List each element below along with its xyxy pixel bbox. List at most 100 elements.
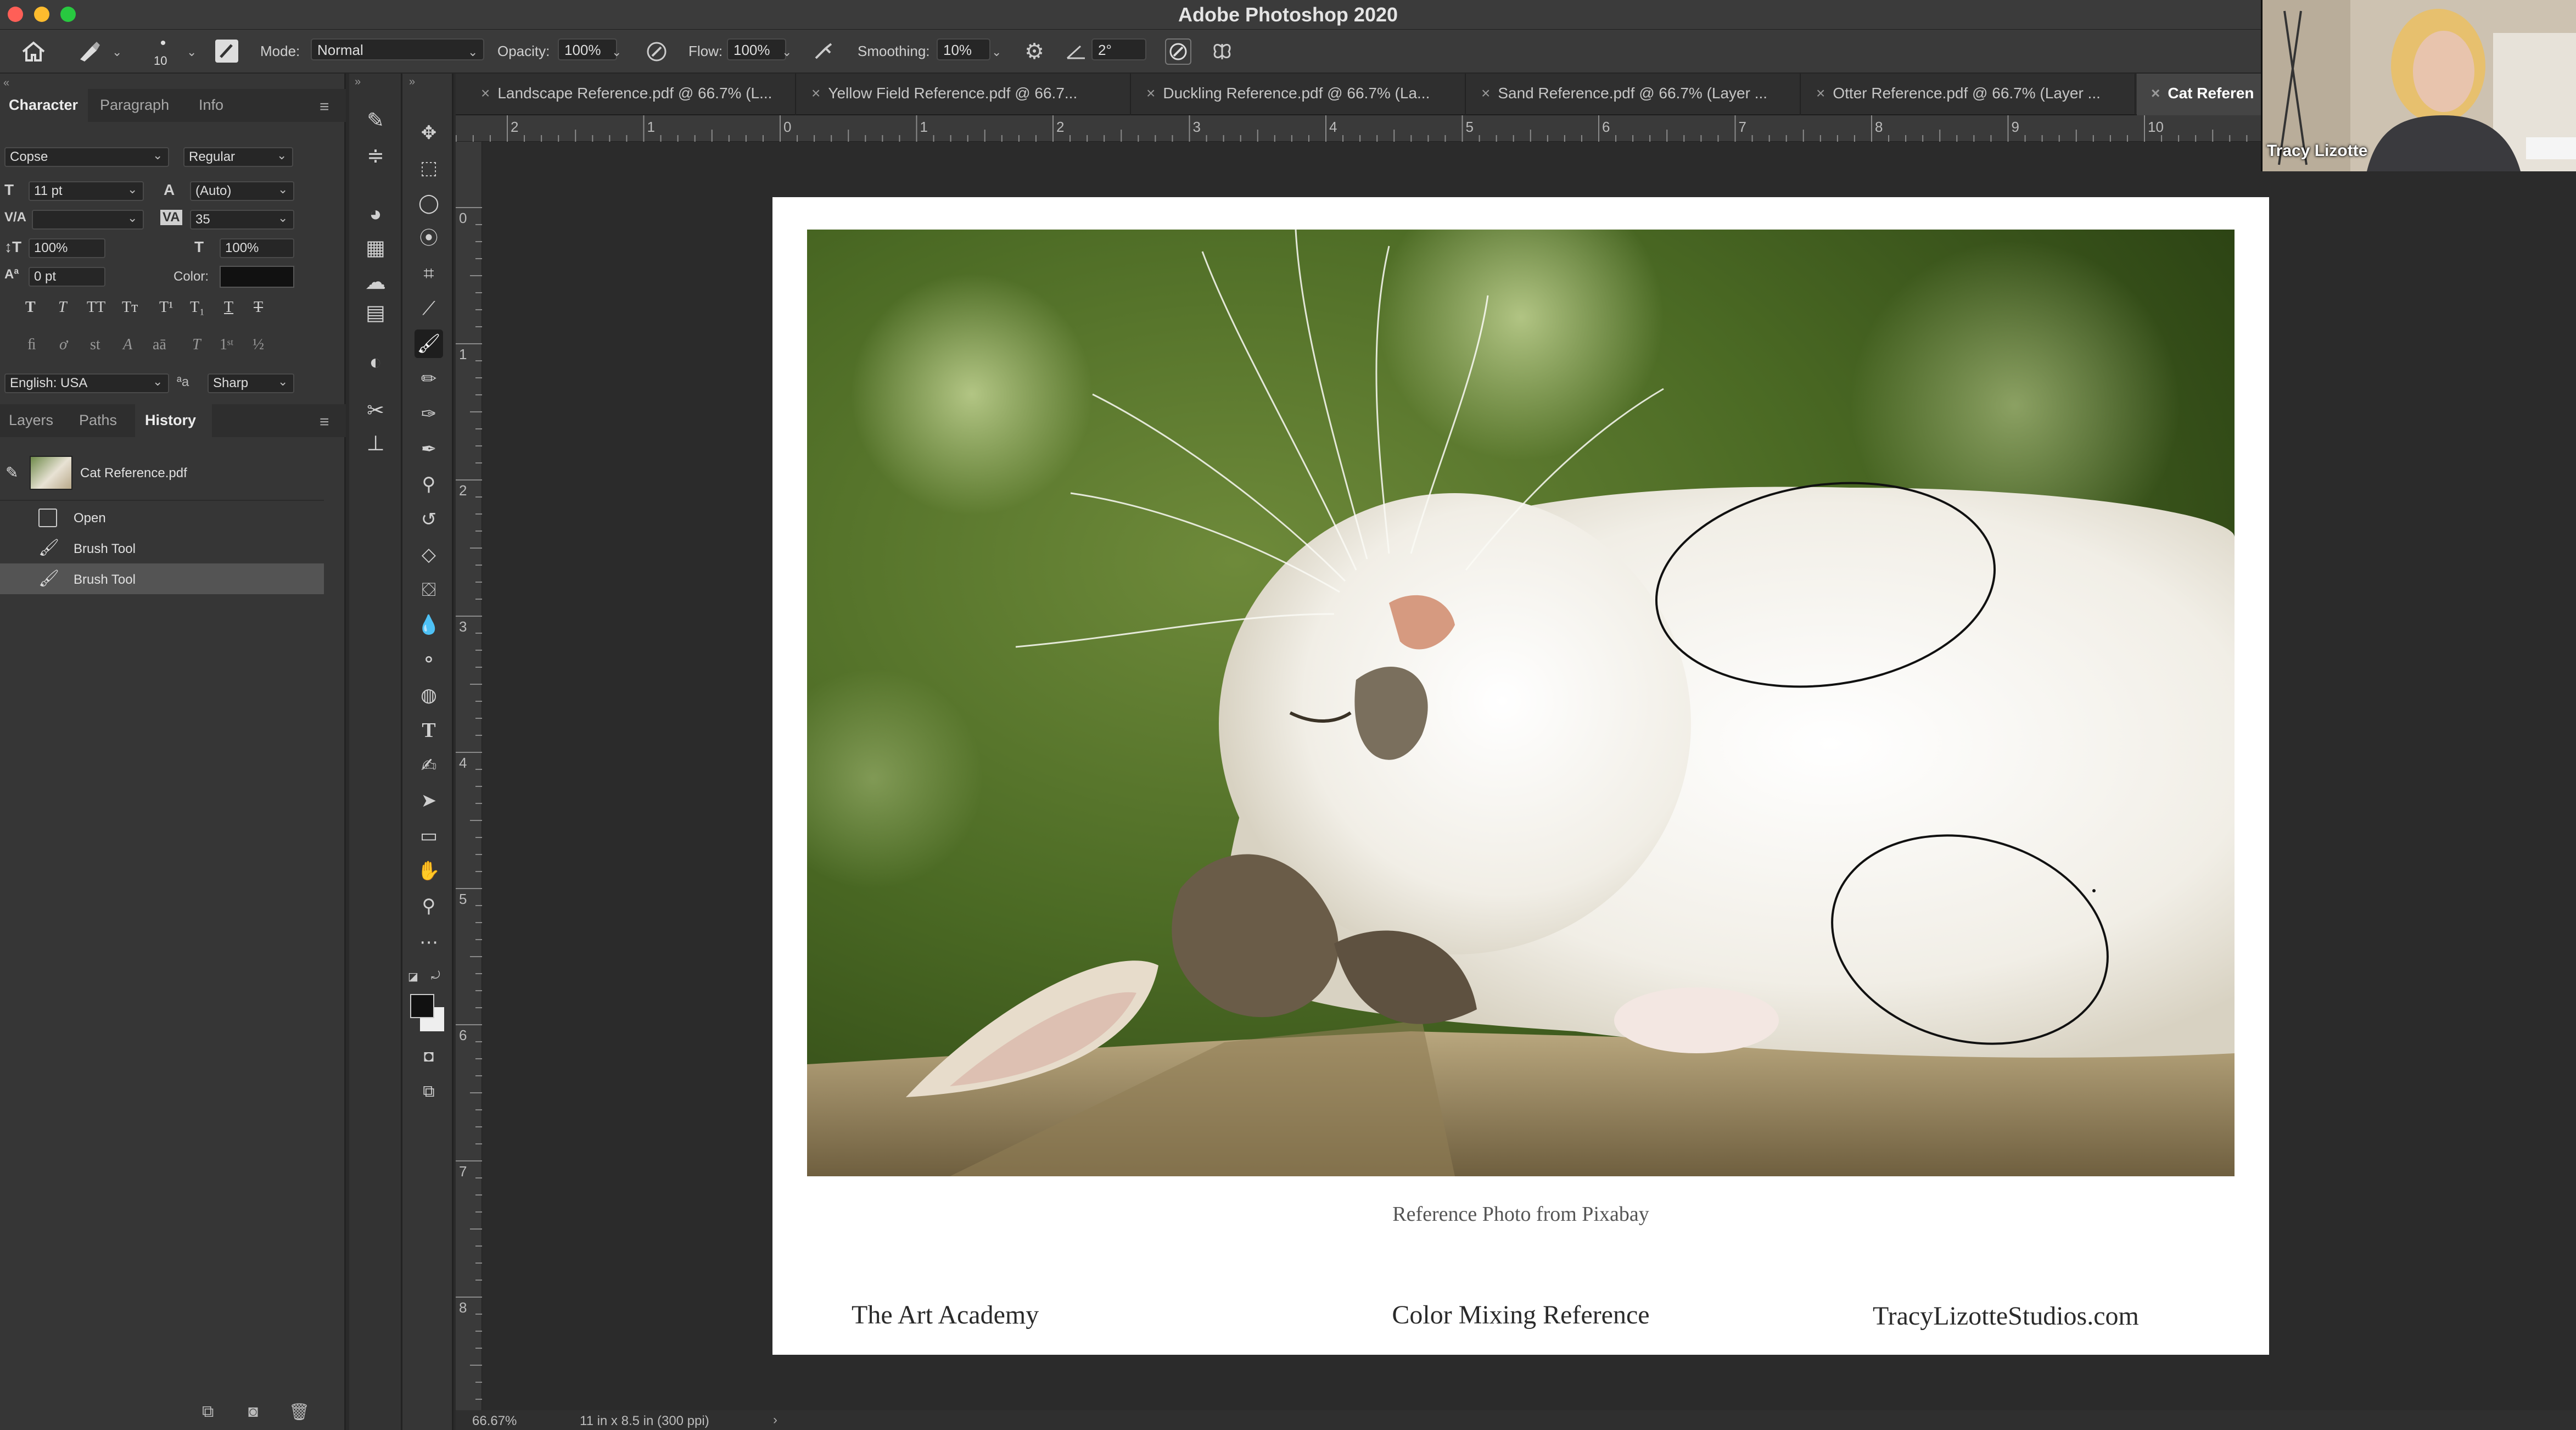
default-colors-icon[interactable]: ◪ bbox=[408, 970, 418, 984]
history-menu-icon[interactable]: ≡ bbox=[320, 413, 329, 432]
path-selection-tool-icon[interactable]: ➤ bbox=[415, 786, 443, 815]
quick-mask-icon[interactable]: ◘ bbox=[415, 1042, 443, 1071]
swash-icon[interactable]: st bbox=[90, 336, 100, 354]
healing-brush-tool-icon[interactable]: ✒ bbox=[415, 435, 443, 463]
text-color-swatch[interactable] bbox=[220, 266, 294, 288]
tab-paths[interactable]: Paths bbox=[69, 404, 130, 437]
brush-size-caret-icon[interactable]: ⌄ bbox=[187, 45, 197, 59]
close-tab-icon[interactable]: × bbox=[1481, 85, 1490, 102]
font-family-select[interactable]: Copse bbox=[4, 147, 169, 167]
type-tool-icon[interactable]: T bbox=[415, 716, 443, 745]
foreground-color-swatch[interactable] bbox=[410, 994, 434, 1018]
close-tab-icon[interactable]: × bbox=[2151, 85, 2160, 102]
font-family-caret-icon[interactable]: ⌄ bbox=[153, 148, 163, 163]
pencil-tool-icon[interactable]: ✏ bbox=[415, 365, 443, 393]
underline-icon[interactable]: T bbox=[224, 299, 233, 316]
mixer-brush-tool-icon[interactable]: ✑ bbox=[415, 400, 443, 428]
fractions-icon[interactable]: ½ bbox=[253, 336, 264, 354]
baseline-shift-input[interactable]: 0 pt bbox=[29, 267, 105, 287]
styles-icon[interactable]: ◐ bbox=[361, 348, 390, 377]
brush-preset-icon[interactable] bbox=[76, 40, 103, 64]
strikethrough-icon[interactable]: T bbox=[254, 299, 263, 316]
brush-preset-caret-icon[interactable]: ⌄ bbox=[112, 45, 122, 59]
history-brush-tool-icon[interactable]: ↺ bbox=[415, 505, 443, 534]
eraser-tool-icon[interactable]: ◇ bbox=[415, 540, 443, 569]
color-wheel-icon[interactable]: ◕ bbox=[361, 200, 390, 228]
rectangle-tool-icon[interactable]: ▭ bbox=[415, 822, 443, 850]
smoothing-input[interactable]: 10% bbox=[937, 38, 990, 60]
swatches-grid-icon[interactable]: ▦ bbox=[361, 234, 390, 262]
faux-bold-icon[interactable]: T bbox=[25, 299, 36, 316]
pen-tool-icon[interactable]: ✍ bbox=[415, 751, 443, 780]
tab-character[interactable]: Character bbox=[0, 89, 88, 122]
ornaments-icon[interactable]: T bbox=[192, 336, 201, 354]
antialias-caret-icon[interactable]: ⌄ bbox=[278, 375, 288, 389]
close-tab-icon[interactable]: × bbox=[1146, 85, 1155, 102]
stylistic-alternates-icon[interactable]: A bbox=[123, 336, 132, 354]
ligatures-icon[interactable]: ﬁ bbox=[27, 336, 36, 354]
close-tab-icon[interactable]: × bbox=[481, 85, 490, 102]
doc-tab-landscape[interactable]: × Landscape Reference.pdf @ 66.7% (L... bbox=[467, 74, 796, 115]
tab-layers[interactable]: Layers bbox=[0, 404, 64, 437]
more-tools-icon[interactable]: ⋯ bbox=[415, 928, 443, 957]
create-snapshot-camera-icon[interactable]: ◙ bbox=[248, 1403, 258, 1421]
airbrush-icon[interactable] bbox=[811, 40, 836, 64]
expand-panels-icon[interactable]: » bbox=[355, 76, 361, 88]
pressure-opacity-icon[interactable] bbox=[645, 40, 669, 64]
brush-panel-toggle-icon[interactable] bbox=[215, 40, 238, 63]
doc-tab-yellow-field[interactable]: × Yellow Field Reference.pdf @ 66.7... bbox=[797, 74, 1131, 115]
clone-source-icon[interactable]: ⊥ bbox=[361, 429, 390, 458]
tab-paragraph[interactable]: Paragraph bbox=[91, 89, 184, 122]
doc-tab-cat-active[interactable]: × Cat Referen bbox=[2137, 74, 2262, 115]
properties-icon[interactable]: ▤ bbox=[361, 299, 390, 327]
crop-tool-icon[interactable]: ⌗ bbox=[415, 259, 443, 288]
zoom-level[interactable]: 66.67% bbox=[472, 1414, 517, 1429]
all-caps-icon[interactable]: TT bbox=[87, 299, 105, 316]
delete-state-trash-icon[interactable]: 🗑 bbox=[289, 1403, 310, 1422]
blur-tool-icon[interactable]: 💧 bbox=[415, 611, 443, 639]
libraries-cloud-icon[interactable]: ☁ bbox=[361, 268, 390, 297]
mode-select[interactable]: Normal bbox=[311, 38, 484, 60]
brush-settings-icon[interactable]: ✎ bbox=[361, 107, 390, 135]
clone-stamp-tool-icon[interactable]: ⚲ bbox=[415, 470, 443, 499]
horizontal-scale-input[interactable]: 100% bbox=[220, 238, 294, 258]
subscript-icon[interactable]: T₁ bbox=[190, 299, 205, 316]
smoothing-caret-icon[interactable]: ⌄ bbox=[992, 45, 1001, 59]
mode-caret-icon[interactable]: ⌄ bbox=[468, 45, 478, 59]
collapse-panel-icon[interactable]: « bbox=[3, 77, 9, 90]
superscript-icon[interactable]: T¹ bbox=[159, 299, 173, 316]
brush-tool-icon[interactable]: 🖌 bbox=[415, 329, 443, 358]
doc-tab-duckling[interactable]: × Duckling Reference.pdf @ 66.7% (La... bbox=[1132, 74, 1466, 115]
toolbar-collapse-icon[interactable]: » bbox=[409, 76, 415, 88]
hand-tool-icon[interactable]: ✋ bbox=[415, 857, 443, 885]
paint-bucket-tool-icon[interactable]: ⛋ bbox=[415, 576, 443, 604]
lasso-tool-icon[interactable]: ◯ bbox=[415, 189, 443, 217]
ordinals-icon[interactable]: 1ˢᵗ bbox=[220, 336, 233, 354]
move-tool-icon[interactable]: ✥ bbox=[415, 119, 443, 147]
opacity-input[interactable]: 100% bbox=[558, 38, 617, 60]
symmetry-butterfly-icon[interactable] bbox=[1210, 40, 1234, 64]
history-brush-source-icon[interactable]: ✎ bbox=[5, 463, 18, 482]
status-info-chevron-icon[interactable]: › bbox=[773, 1412, 777, 1428]
language-select[interactable]: English: USA bbox=[4, 373, 169, 393]
zoom-tool-icon[interactable]: ⚲ bbox=[415, 892, 443, 920]
adjustments-sliders-icon[interactable]: ≑ bbox=[361, 142, 390, 170]
font-size-caret-icon[interactable]: ⌄ bbox=[127, 182, 137, 197]
faux-italic-icon[interactable]: T bbox=[58, 299, 67, 316]
close-tab-icon[interactable]: × bbox=[811, 85, 820, 102]
dodge-tool-icon[interactable]: ⚬ bbox=[415, 646, 443, 674]
quick-selection-tool-icon[interactable]: ⦿ bbox=[415, 224, 443, 253]
close-tab-icon[interactable]: × bbox=[1816, 85, 1825, 102]
cat-reference-photo[interactable] bbox=[807, 230, 2235, 1176]
history-item-open[interactable]: Open bbox=[0, 502, 324, 533]
kerning-caret-icon[interactable]: ⌄ bbox=[127, 211, 137, 225]
old-style-icon[interactable]: ơ bbox=[59, 336, 68, 354]
eyedropper-tool-icon[interactable]: ⟋ bbox=[415, 294, 443, 323]
language-caret-icon[interactable]: ⌄ bbox=[153, 375, 163, 389]
tool-presets-scissors-icon[interactable]: ✂ bbox=[361, 396, 390, 425]
doc-tab-otter[interactable]: × Otter Reference.pdf @ 66.7% (Layer ... bbox=[1802, 74, 2136, 115]
font-size-input[interactable]: 11 pt bbox=[29, 181, 144, 201]
font-style-caret-icon[interactable]: ⌄ bbox=[277, 148, 287, 163]
tracking-caret-icon[interactable]: ⌄ bbox=[278, 211, 288, 225]
pressure-size-icon[interactable] bbox=[1165, 38, 1191, 65]
